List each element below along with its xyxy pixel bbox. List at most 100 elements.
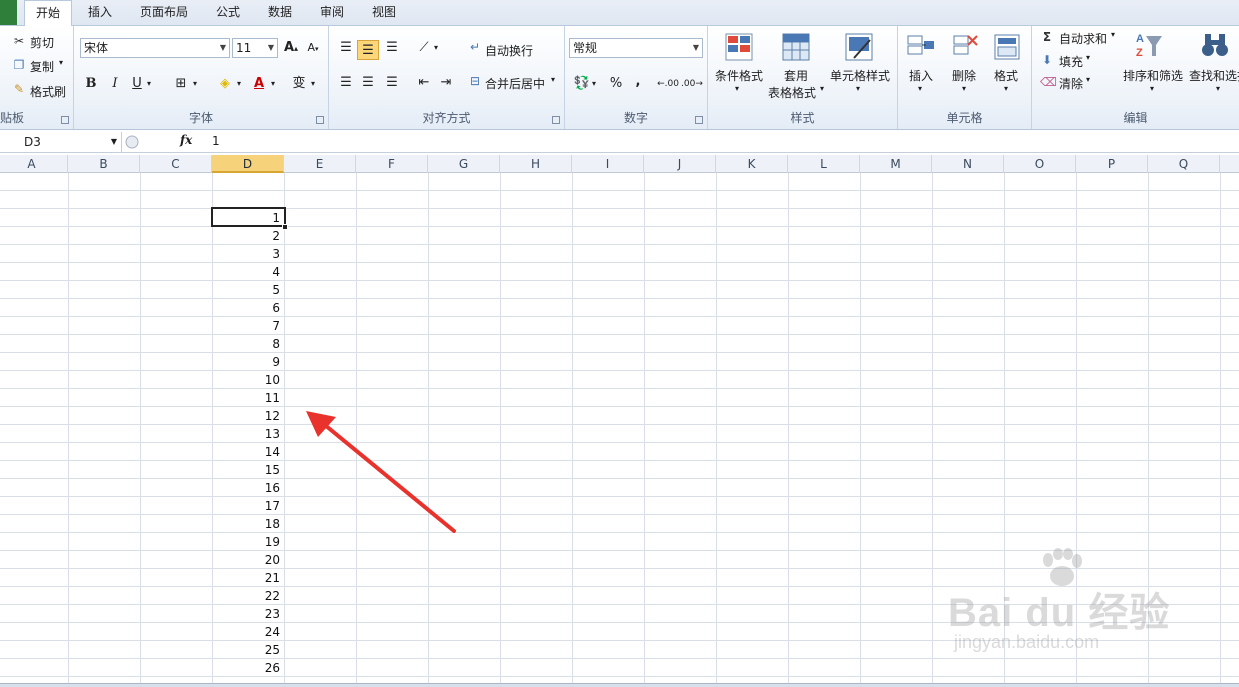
clear-button[interactable]: 清除 [1059, 75, 1083, 92]
cell-d7[interactable]: 5 [212, 281, 284, 299]
fill-handle[interactable] [282, 224, 288, 230]
align-middle-icon[interactable]: ☰ [357, 40, 379, 60]
bold-button[interactable]: B [80, 74, 102, 94]
cell-d5[interactable]: 3 [212, 245, 284, 263]
number-launcher-icon[interactable] [695, 116, 703, 124]
format-dropdown-icon[interactable]: ▾ [1004, 84, 1008, 93]
border-dropdown-icon[interactable]: ▾ [190, 74, 200, 94]
column-header-d[interactable]: D [212, 155, 284, 173]
conditional-dropdown-icon[interactable]: ▾ [735, 84, 739, 93]
cell-d11[interactable]: 9 [212, 353, 284, 371]
copy-dropdown-icon[interactable]: ▾ [59, 58, 63, 67]
cell-d16[interactable]: 14 [212, 443, 284, 461]
table-format-dropdown-icon[interactable]: ▾ [820, 84, 824, 93]
fill-color-icon[interactable]: ◈ [214, 74, 236, 94]
font-name-select[interactable]: 宋体 ▼ [80, 38, 230, 58]
cell-d28[interactable]: 26 [212, 659, 284, 677]
autosum-dropdown-icon[interactable]: ▾ [1111, 30, 1115, 39]
cell-d8[interactable]: 6 [212, 299, 284, 317]
font-color-icon[interactable]: A [248, 74, 270, 94]
column-header-n[interactable]: N [932, 155, 1004, 173]
column-header-o[interactable]: O [1004, 155, 1076, 173]
cell-d25[interactable]: 23 [212, 605, 284, 623]
cell-styles-button[interactable]: 单元格样式 [830, 67, 890, 84]
column-header-c[interactable]: C [140, 155, 212, 173]
table-format-line1[interactable]: 套用 [784, 67, 808, 84]
number-format-select[interactable]: 常规 ▼ [569, 38, 703, 58]
tab-insert[interactable]: 插入 [76, 0, 124, 26]
cell-d26[interactable]: 24 [212, 623, 284, 641]
cell-d9[interactable]: 7 [212, 317, 284, 335]
align-bottom-icon[interactable]: ☰ [381, 38, 403, 58]
cell-d12[interactable]: 10 [212, 371, 284, 389]
align-right-icon[interactable]: ☰ [381, 73, 403, 93]
tab-review[interactable]: 审阅 [308, 0, 356, 26]
font-launcher-icon[interactable] [316, 116, 324, 124]
circle-handle-icon[interactable] [124, 134, 140, 150]
percent-button[interactable]: % [605, 74, 627, 94]
cell-d23[interactable]: 21 [212, 569, 284, 587]
delete-cells-button[interactable]: 删除 [952, 67, 976, 84]
column-header-q[interactable]: Q [1148, 155, 1220, 173]
cell-d21[interactable]: 19 [212, 533, 284, 551]
column-header-a[interactable]: A [0, 155, 68, 173]
cell-d13[interactable]: 11 [212, 389, 284, 407]
phonetic-dropdown-icon[interactable]: ▾ [308, 74, 318, 94]
orientation-dropdown-icon[interactable]: ▾ [431, 38, 441, 58]
format-painter-button[interactable]: 格式刷 [30, 83, 66, 100]
column-header-h[interactable]: H [500, 155, 572, 173]
autosum-button[interactable]: 自动求和 [1059, 30, 1107, 47]
name-box[interactable]: D3 ▼ [0, 132, 122, 152]
tab-view[interactable]: 视图 [360, 0, 408, 26]
column-header-p[interactable]: P [1076, 155, 1148, 173]
align-left-icon[interactable]: ☰ [335, 73, 357, 93]
cell-d27[interactable]: 25 [212, 641, 284, 659]
find-select-dropdown-icon[interactable]: ▾ [1216, 84, 1220, 93]
delete-dropdown-icon[interactable]: ▾ [962, 84, 966, 93]
column-header-e[interactable]: E [284, 155, 356, 173]
font-color-dropdown-icon[interactable]: ▾ [268, 74, 278, 94]
cell-d15[interactable]: 13 [212, 425, 284, 443]
alignment-launcher-icon[interactable] [552, 116, 560, 124]
insert-cells-button[interactable]: 插入 [909, 67, 933, 84]
column-header-b[interactable]: B [68, 155, 140, 173]
wrap-text-button[interactable]: 自动换行 [485, 42, 533, 59]
tab-data[interactable]: 数据 [256, 0, 304, 26]
font-size-select[interactable]: 11 ▼ [232, 38, 278, 58]
cut-button[interactable]: 剪切 [30, 34, 54, 51]
fill-button[interactable]: 填充 [1059, 53, 1083, 70]
column-header-f[interactable]: F [356, 155, 428, 173]
cell-d19[interactable]: 17 [212, 497, 284, 515]
italic-button[interactable]: I [104, 74, 126, 94]
column-header-k[interactable]: K [716, 155, 788, 173]
align-top-icon[interactable]: ☰ [335, 38, 357, 58]
comma-button[interactable]: , [627, 72, 649, 92]
cell-d17[interactable]: 15 [212, 461, 284, 479]
fill-color-dropdown-icon[interactable]: ▾ [234, 74, 244, 94]
clipboard-launcher-icon[interactable] [61, 116, 69, 124]
merge-center-button[interactable]: 合并后居中 [485, 75, 545, 92]
column-header-g[interactable]: G [428, 155, 500, 173]
cell-d6[interactable]: 4 [212, 263, 284, 281]
insert-function-button[interactable]: fx [180, 133, 192, 147]
formula-input[interactable]: 1 [212, 134, 220, 148]
shrink-font-icon[interactable]: A▾ [302, 38, 324, 58]
phonetic-icon[interactable]: 变 [288, 74, 310, 94]
sort-filter-dropdown-icon[interactable]: ▾ [1150, 84, 1154, 93]
tab-home[interactable]: 开始 [24, 0, 72, 27]
cell-d22[interactable]: 20 [212, 551, 284, 569]
increase-indent-icon[interactable]: ⇥ [435, 73, 457, 93]
currency-dropdown-icon[interactable]: ▾ [589, 74, 599, 94]
decrease-decimal-button[interactable]: .00→ [681, 74, 703, 94]
table-format-button[interactable]: 表格格式 [768, 84, 816, 101]
grow-font-icon[interactable]: A▴ [280, 38, 302, 58]
tab-formulas[interactable]: 公式 [204, 0, 252, 26]
cell-d24[interactable]: 22 [212, 587, 284, 605]
underline-dropdown-icon[interactable]: ▾ [144, 74, 154, 94]
align-center-icon[interactable]: ☰ [357, 73, 379, 93]
border-icon[interactable]: ⊞ [170, 74, 192, 94]
clear-dropdown-icon[interactable]: ▾ [1086, 75, 1090, 84]
merge-dropdown-icon[interactable]: ▾ [551, 75, 555, 84]
column-header-l[interactable]: L [788, 155, 860, 173]
cell-d20[interactable]: 18 [212, 515, 284, 533]
